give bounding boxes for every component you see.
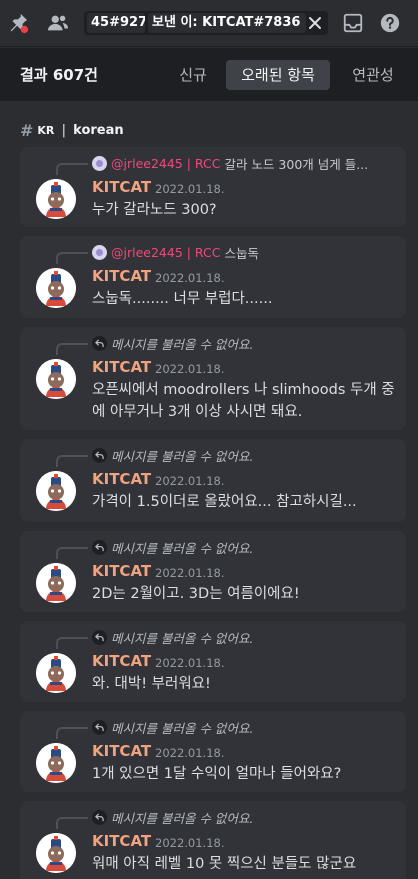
message-content: 누가 갈라노드 300? [92, 202, 217, 218]
reply-avatar-icon [92, 155, 107, 171]
reply-icon [92, 629, 107, 645]
reply-reference[interactable]: 메시지를 불러올 수 없어요. [92, 718, 253, 736]
message-author[interactable]: KITCAT [92, 742, 151, 760]
channel-header[interactable]: # KR | korean [20, 120, 124, 140]
avatar[interactable] [36, 471, 76, 511]
pin-icon[interactable] [7, 12, 29, 34]
tab-relevance[interactable]: 연관성 [342, 60, 404, 90]
channel-flag: KR [37, 123, 55, 137]
reply-icon [92, 809, 107, 825]
reply-unavailable-text: 메시지를 불러올 수 없어요. [111, 540, 254, 556]
search-result-message[interactable]: 메시지를 불러올 수 없어요. KITCAT 2022.01.18. 가격이 1.5이… [20, 439, 406, 522]
message-timestamp: 2022.01.18. [155, 656, 225, 670]
reply-preview-text: 스눕독 [224, 245, 259, 261]
reply-reference[interactable]: 메시지를 불러올 수 없어요. [92, 808, 253, 826]
reply-reference[interactable]: 메시지를 불러올 수 없어요. [92, 628, 253, 646]
reply-username[interactable]: @jrlee2445 | RCC [111, 156, 220, 171]
message-content: 2D는 2월이고. 3D는 여름이에요! [92, 586, 300, 602]
reply-connector [56, 727, 88, 739]
reply-preview-text: 갈라 노드 300개 넘게 들... [224, 156, 369, 172]
message-content: 와. 대박! 부러워요! [92, 676, 211, 692]
avatar[interactable] [36, 179, 76, 219]
search-result-message[interactable]: @jrlee2445 | RCC 스눕독 KITCAT 2022.01.18. 스눕독.… [20, 236, 406, 318]
message-timestamp: 2022.01.18. [155, 271, 225, 285]
reply-unavailable-text: 메시지를 불러올 수 없어요. [111, 630, 254, 646]
message-author[interactable]: KITCAT [92, 267, 151, 285]
reply-unavailable-text: 메시지를 불러올 수 없어요. [111, 336, 254, 352]
message-timestamp: 2022.01.18. [155, 362, 225, 376]
channel-separator: | [61, 122, 67, 138]
search-result-message[interactable]: 메시지를 불러올 수 없어요. KITCAT 2022.01.18. 와. 대박! 부… [20, 621, 406, 702]
search-result-message[interactable]: 메시지를 불러올 수 없어요. KITCAT 2022.01.18. 1개 있으면 1… [20, 711, 406, 792]
avatar[interactable] [36, 743, 76, 783]
help-icon[interactable] [379, 12, 401, 34]
reply-reference[interactable]: 메시지를 불러올 수 없어요. [92, 538, 253, 556]
reply-reference[interactable]: @jrlee2445 | RCC 갈라 노드 300개 넘게 들... [92, 154, 368, 172]
reply-unavailable-text: 메시지를 불러올 수 없어요. [111, 448, 254, 464]
reply-connector [56, 637, 88, 649]
avatar[interactable] [36, 653, 76, 693]
reply-unavailable-text: 메시지를 불러올 수 없어요. [111, 720, 254, 736]
message-timestamp: 2022.01.18. [155, 566, 225, 580]
people-icon[interactable] [47, 12, 69, 34]
reply-connector [56, 455, 88, 467]
search-chip-channel[interactable]: 45#9273 [87, 13, 145, 33]
reply-unavailable-text: 메시지를 불러올 수 없어요. [111, 810, 254, 826]
avatar[interactable] [36, 833, 76, 873]
message-content: 1개 있으면 1달 수익이 얼마나 들어와요? [92, 766, 342, 782]
tab-oldest[interactable]: 오래된 항목 [226, 60, 330, 90]
message-author[interactable]: KITCAT [92, 562, 151, 580]
reply-icon [92, 335, 107, 351]
message-content: 가격이 1.5이더로 올랐어요... 참고하시길... [92, 494, 357, 510]
search-chip-from[interactable]: 보낸 이: KITCAT#7836 [148, 13, 306, 33]
message-author[interactable]: KITCAT [92, 832, 151, 850]
hash-icon: # [20, 120, 34, 140]
search-result-message[interactable]: 메시지를 불러올 수 없어요. KITCAT 2022.01.18. 워매 아직 레벨… [20, 801, 406, 879]
reply-connector [56, 547, 88, 559]
search-result-message[interactable]: 메시지를 불러올 수 없어요. KITCAT 2022.01.18. 2D는 2월이고… [20, 531, 406, 612]
search-input[interactable]: 45#9273 보낸 이: KITCAT#7836 [84, 11, 328, 35]
channel-name: korean [73, 122, 124, 138]
reply-icon [92, 447, 107, 463]
inbox-icon[interactable] [342, 12, 364, 34]
message-timestamp: 2022.01.18. [155, 836, 225, 850]
message-content: 오픈씨에서 moodrollers 나 slimhoods 두개 중에 아무거나… [92, 382, 395, 420]
reply-connector [56, 817, 88, 829]
tab-newest[interactable]: 신규 [170, 60, 216, 90]
reply-connector [56, 163, 88, 175]
reply-icon [92, 719, 107, 735]
reply-username[interactable]: @jrlee2445 | RCC [111, 245, 220, 260]
avatar[interactable] [36, 563, 76, 603]
message-author[interactable]: KITCAT [92, 470, 151, 488]
message-author[interactable]: KITCAT [92, 358, 151, 376]
reply-reference[interactable]: @jrlee2445 | RCC 스눕독 [92, 243, 259, 261]
message-content: 스눕독........ 너무 부럽다...... [92, 291, 273, 307]
results-header: 결과 607건 신규 오래된 항목 연관성 [0, 48, 418, 101]
message-author[interactable]: KITCAT [92, 652, 151, 670]
reply-reference[interactable]: 메시지를 불러올 수 없어요. [92, 446, 253, 464]
search-result-message[interactable]: @jrlee2445 | RCC 갈라 노드 300개 넘게 들... KITCAT… [20, 147, 406, 227]
message-timestamp: 2022.01.18. [155, 746, 225, 760]
avatar[interactable] [36, 359, 76, 399]
reply-connector [56, 343, 88, 355]
message-timestamp: 2022.01.18. [155, 474, 225, 488]
reply-connector [56, 252, 88, 264]
search-result-message[interactable]: 메시지를 불러올 수 없어요. KITCAT 2022.01.18. 오픈씨에서 mo… [20, 327, 406, 430]
message-content: 워매 아직 레벨 10 못 찍으신 분들도 많군요 [92, 856, 357, 872]
message-timestamp: 2022.01.18. [155, 182, 225, 196]
top-bar: 45#9273 보낸 이: KITCAT#7836 [0, 0, 418, 47]
message-author[interactable]: KITCAT [92, 178, 151, 196]
avatar[interactable] [36, 268, 76, 308]
reply-icon [92, 539, 107, 555]
results-count: 결과 607건 [20, 66, 98, 84]
reply-avatar-icon [92, 244, 107, 260]
reply-reference[interactable]: 메시지를 불러올 수 없어요. [92, 334, 253, 352]
clear-icon[interactable] [308, 16, 322, 30]
